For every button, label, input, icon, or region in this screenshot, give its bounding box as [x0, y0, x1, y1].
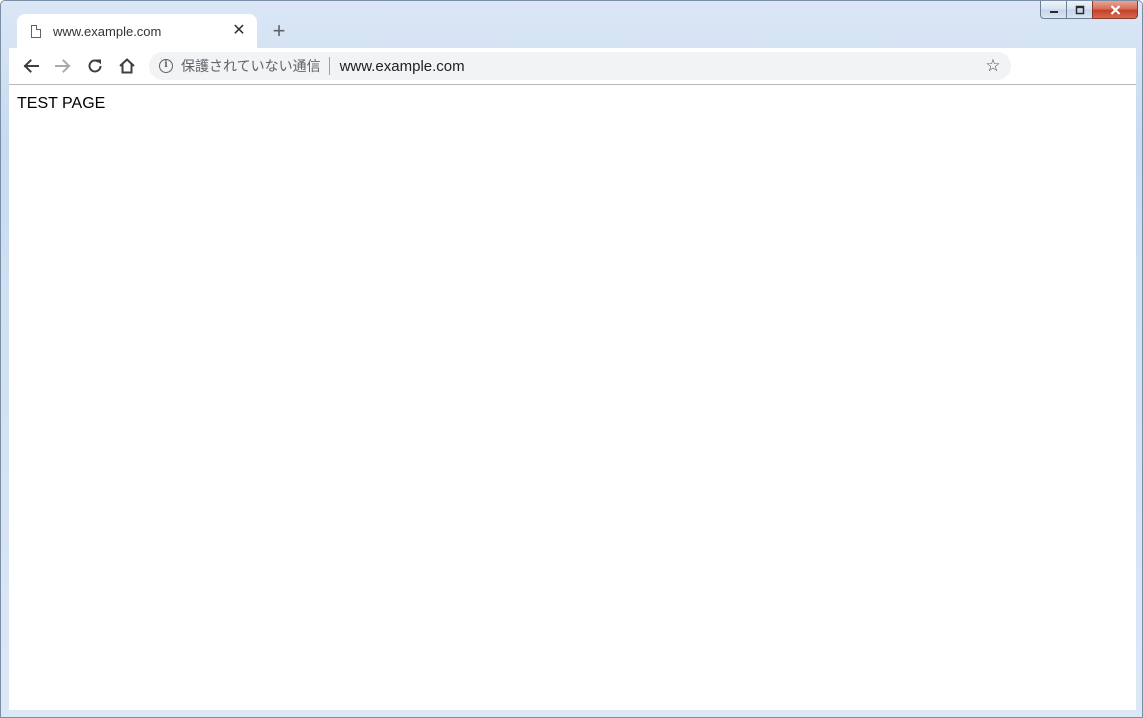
- minimize-button[interactable]: [1040, 1, 1066, 19]
- toolbar: i 保護されていない通信 www.example.com ☆: [9, 48, 1136, 85]
- tab-active[interactable]: www.example.com ✕: [17, 14, 257, 48]
- bookmark-star-icon[interactable]: ☆: [983, 56, 1003, 76]
- forward-button[interactable]: [49, 52, 77, 80]
- back-button[interactable]: [17, 52, 45, 80]
- browser-window: www.example.com ✕ + i 保護されていない通信 www.exa…: [0, 0, 1143, 718]
- page-content: TEST PAGE: [9, 85, 1136, 710]
- reload-button[interactable]: [81, 52, 109, 80]
- info-icon[interactable]: i: [159, 59, 173, 73]
- page-icon: [31, 24, 41, 38]
- maximize-button[interactable]: [1066, 1, 1092, 19]
- tab-title: www.example.com: [53, 23, 162, 39]
- tab-close-icon[interactable]: ✕: [231, 23, 247, 39]
- omnibox-divider: [328, 57, 330, 75]
- arrow-right-icon: [55, 59, 71, 73]
- reload-icon: [88, 59, 102, 73]
- home-button[interactable]: [113, 52, 141, 80]
- arrow-left-icon: [23, 59, 39, 73]
- security-status-label[interactable]: 保護されていない通信: [181, 56, 321, 76]
- page-heading-text: TEST PAGE: [17, 95, 106, 112]
- window-close-button[interactable]: [1092, 1, 1138, 19]
- maximize-icon: [1075, 5, 1084, 14]
- new-tab-button[interactable]: +: [265, 18, 293, 44]
- close-icon: [1110, 4, 1120, 15]
- home-icon: [119, 58, 135, 74]
- window-controls: [1040, 1, 1138, 21]
- minimize-icon: [1049, 10, 1058, 13]
- address-bar[interactable]: i 保護されていない通信 www.example.com ☆: [149, 52, 1011, 80]
- url-text[interactable]: www.example.com: [340, 58, 983, 75]
